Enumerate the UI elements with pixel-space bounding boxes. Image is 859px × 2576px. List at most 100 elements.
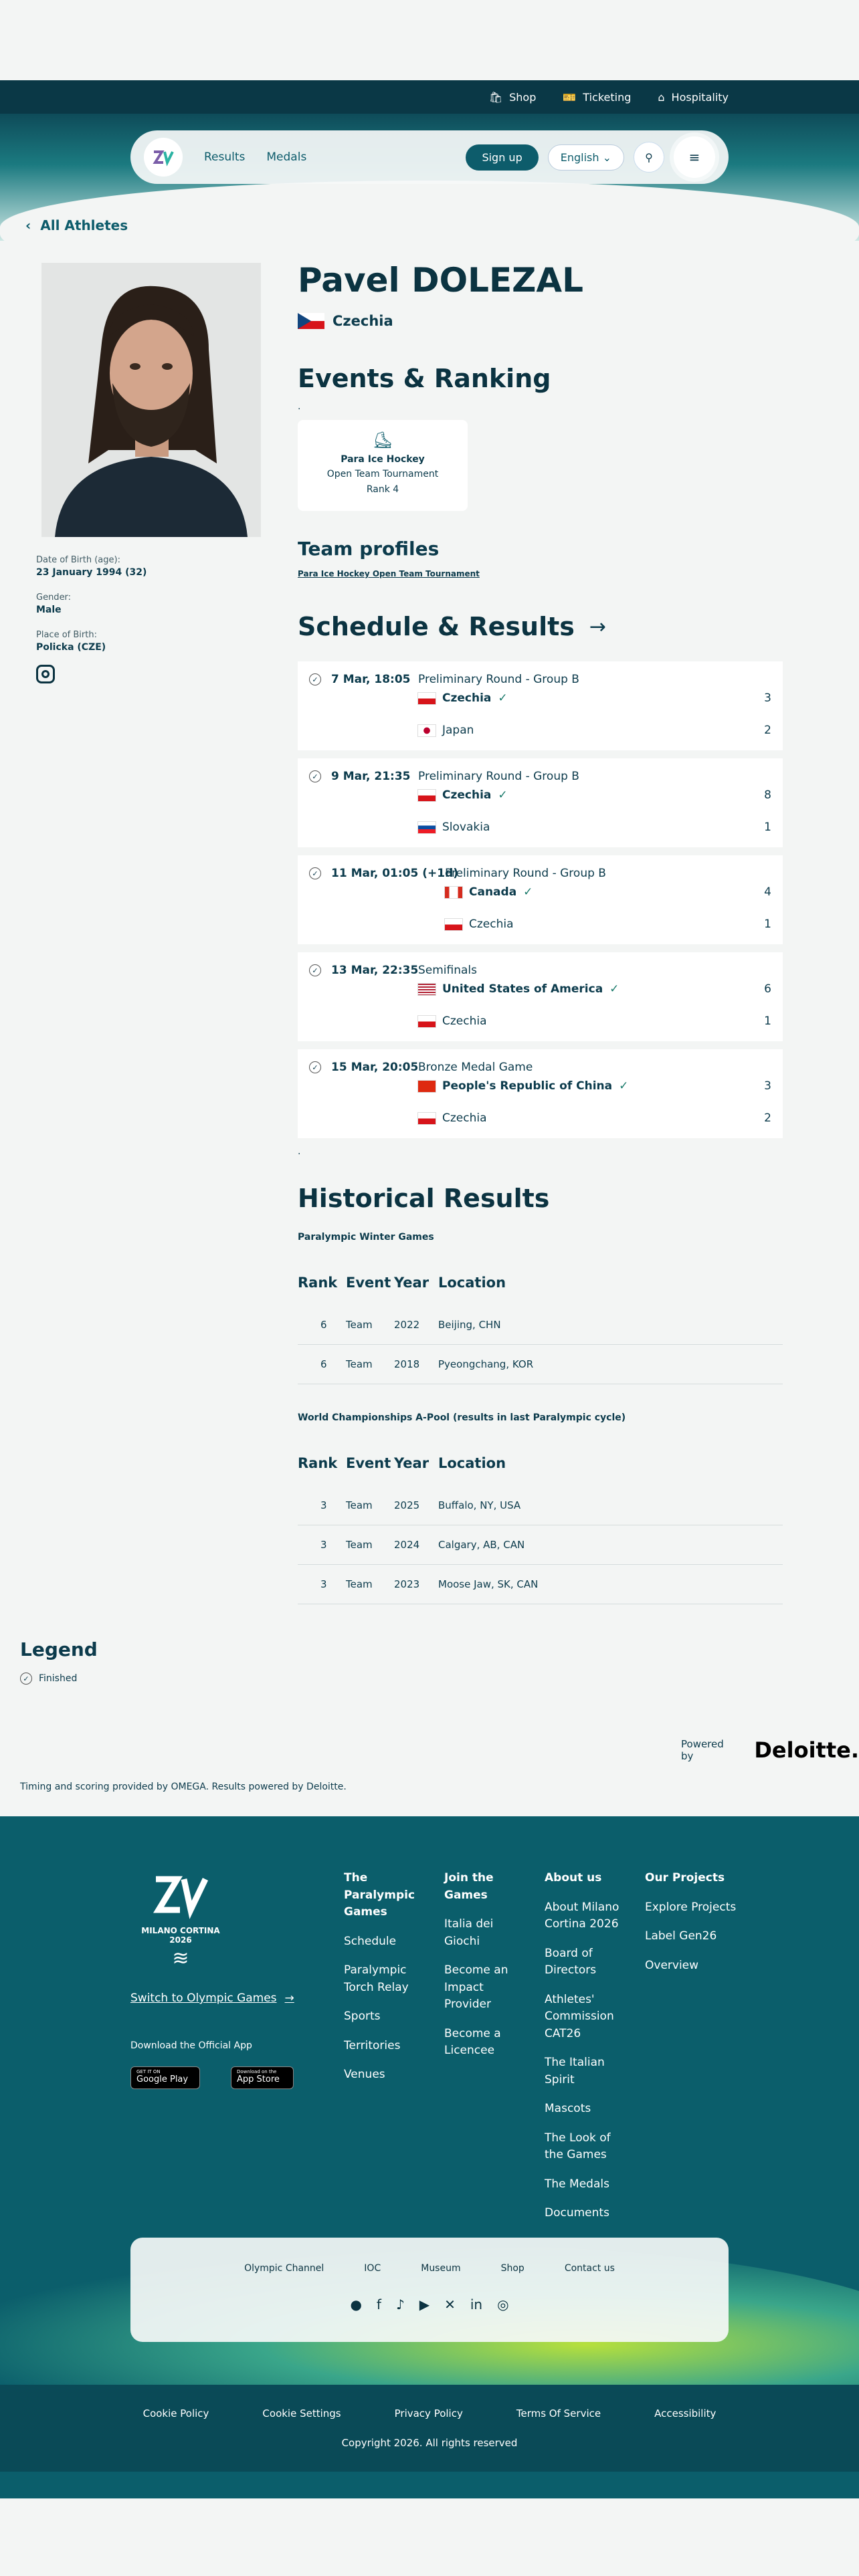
- team-name: United States of America: [442, 982, 603, 996]
- footer-link[interactable]: Mascots: [545, 2101, 625, 2118]
- nav-results[interactable]: Results: [204, 150, 245, 164]
- match-time: 13 Mar, 22:35: [331, 964, 419, 977]
- footer-link[interactable]: Become a Licencee: [444, 2026, 530, 2060]
- team-name: Slovakia: [442, 821, 490, 834]
- search-button[interactable]: ⚲: [634, 142, 664, 173]
- gender-value: Male: [36, 605, 62, 615]
- footer-link[interactable]: Sports: [344, 2008, 417, 2026]
- team-score: 1: [764, 1014, 771, 1028]
- match-card[interactable]: ✓ 13 Mar, 22:35 Semifinals United States of…: [298, 952, 783, 1041]
- team-name: Czechia: [442, 788, 492, 802]
- chevron-down-icon: ⌄: [602, 150, 611, 164]
- language-select[interactable]: English ⌄: [547, 144, 624, 171]
- footer-link[interactable]: Athletes' Commission CAT26: [545, 1992, 625, 2043]
- partner-link[interactable]: Museum: [421, 2263, 460, 2274]
- instagram-icon[interactable]: [36, 665, 55, 683]
- team-profiles-title: Team profiles: [298, 538, 440, 560]
- footer-link[interactable]: Venues: [344, 2066, 417, 2084]
- games-logo[interactable]: [144, 138, 183, 177]
- menu-button[interactable]: ≡: [674, 136, 715, 178]
- footer-link[interactable]: Become an Impact Provider: [444, 1962, 530, 2014]
- instagram-icon[interactable]: ◎: [497, 2296, 508, 2313]
- events-title: Events & Ranking: [298, 364, 551, 393]
- arrow-right-icon[interactable]: →: [589, 615, 606, 639]
- match-card[interactable]: ✓ 7 Mar, 18:05 Preliminary Round - Group B…: [298, 661, 783, 750]
- linkedin-icon[interactable]: in: [470, 2296, 482, 2313]
- partner-link[interactable]: Olympic Channel: [244, 2263, 324, 2274]
- footer-link[interactable]: The Look of the Games: [545, 2130, 625, 2164]
- hospitality-link[interactable]: ⌂ Hospitality: [658, 91, 729, 104]
- back-link[interactable]: ‹ All Athletes: [25, 217, 128, 233]
- team-score: 8: [764, 788, 771, 802]
- footer-heading: The Paralympic Games: [344, 1871, 415, 1919]
- hospitality-icon: ⌂: [658, 90, 665, 104]
- deloitte-logo: Deloitte.: [754, 1737, 859, 1763]
- history-table-worlds: Rank Event Year Location 3 Team 2025 Buffal…: [298, 1455, 783, 1604]
- history-row: 3 Team 2024 Calgary, AB, CAN: [298, 1525, 783, 1565]
- legal-link[interactable]: Accessibility: [654, 2407, 716, 2420]
- legal-link[interactable]: Terms Of Service: [516, 2407, 601, 2420]
- footer-link[interactable]: The Italian Spirit: [545, 2054, 625, 2088]
- footer-link[interactable]: Paralympic Torch Relay: [344, 1962, 417, 1996]
- footer-link[interactable]: Schedule: [344, 1933, 417, 1951]
- czechia-flag-icon: [298, 313, 324, 329]
- milano-cortina-logo[interactable]: MILANO CORTINA 2026 ≋: [130, 1870, 231, 1969]
- finished-check-icon: ✓: [309, 770, 321, 782]
- match-time: 15 Mar, 20:05: [331, 1061, 419, 1074]
- match-card[interactable]: ✓ 15 Mar, 20:05 Bronze Medal Game People's …: [298, 1049, 783, 1138]
- legal-link[interactable]: Cookie Settings: [262, 2407, 341, 2420]
- event-rank-card[interactable]: ⛸ Para Ice Hockey Open Team Tournament R…: [298, 420, 468, 511]
- match-time: 7 Mar, 18:05: [331, 673, 411, 686]
- team-row: Czechia ✓: [418, 691, 508, 705]
- signup-button[interactable]: Sign up: [466, 144, 539, 171]
- finished-check-icon: ✓: [309, 673, 321, 685]
- footer-heading: About us: [545, 1871, 602, 1885]
- footer-col-paralympic: The Paralympic Games Schedule Paralympic T…: [344, 1870, 417, 2096]
- match-card[interactable]: ✓ 11 Mar, 01:05 (+1d) Preliminary Round - …: [298, 855, 783, 944]
- footer-link[interactable]: About Milano Cortina 2026: [545, 1899, 625, 1933]
- team-flag-icon: [418, 724, 436, 736]
- footer-link[interactable]: Documents: [545, 2205, 625, 2222]
- team-profile-link[interactable]: Para Ice Hockey Open Team Tournament: [298, 569, 783, 578]
- games-worlds-label: World Championships A-Pool (results in l…: [298, 1412, 626, 1423]
- footer-link[interactable]: Italia dei Giochi: [444, 1916, 530, 1950]
- partner-link[interactable]: IOC: [364, 2263, 381, 2274]
- finished-check-icon: ✓: [309, 867, 321, 879]
- footer-col-join: Join the Games Italia dei Giochi Become an…: [444, 1870, 530, 2072]
- footer-link[interactable]: Label Gen26: [645, 1928, 739, 1945]
- match-card[interactable]: ✓ 9 Mar, 21:35 Preliminary Round - Group B…: [298, 758, 783, 847]
- legend: Legend ✓ Finished: [20, 1638, 98, 1685]
- partner-link[interactable]: Shop: [501, 2263, 524, 2274]
- hamburger-icon: ≡: [688, 149, 700, 165]
- match-round: Preliminary Round - Group B: [418, 673, 579, 686]
- team-flag-icon: [445, 918, 462, 930]
- google-play-badge[interactable]: GET IT ON Google Play: [130, 2066, 200, 2089]
- footer-link[interactable]: Territories: [344, 2038, 417, 2055]
- ticketing-link[interactable]: 🎫 Ticketing: [563, 91, 631, 104]
- x-icon[interactable]: ✕: [444, 2296, 456, 2313]
- history-row: 6 Team 2018 Pyeongchang, KOR: [298, 1344, 783, 1384]
- footer-col-about: About us About Milano Cortina 2026 Board o…: [545, 1870, 625, 2234]
- footer-link[interactable]: Explore Projects: [645, 1899, 739, 1917]
- footer-link[interactable]: Overview: [645, 1957, 739, 1975]
- spotify-icon[interactable]: ●: [350, 2296, 361, 2313]
- team-row: Canada ✓: [445, 885, 533, 899]
- switch-olympic-link[interactable]: Switch to Olympic Games →: [130, 1992, 294, 2005]
- legal-link[interactable]: Privacy Policy: [395, 2407, 463, 2420]
- winner-check-icon: ✓: [498, 691, 508, 705]
- team-flag-icon: [445, 886, 462, 898]
- tiktok-icon[interactable]: ♪: [396, 2296, 405, 2313]
- footer-link[interactable]: The Medals: [545, 2176, 625, 2193]
- legal-link[interactable]: Cookie Policy: [143, 2407, 209, 2420]
- youtube-icon[interactable]: ▶: [419, 2296, 430, 2313]
- athlete-country: Czechia: [298, 313, 783, 329]
- nav-medals[interactable]: Medals: [266, 150, 306, 164]
- partner-link[interactable]: Contact us: [565, 2263, 615, 2274]
- shop-link[interactable]: 🛍 Shop: [489, 91, 537, 104]
- history-row: 3 Team 2025 Buffalo, NY, USA: [298, 1486, 783, 1525]
- facebook-icon[interactable]: f: [377, 2296, 381, 2313]
- footer-link[interactable]: Board of Directors: [545, 1945, 625, 1979]
- team-flag-icon: [418, 821, 436, 833]
- team-row: Czechia: [418, 1014, 487, 1028]
- app-store-badge[interactable]: Download on the App Store: [231, 2066, 294, 2089]
